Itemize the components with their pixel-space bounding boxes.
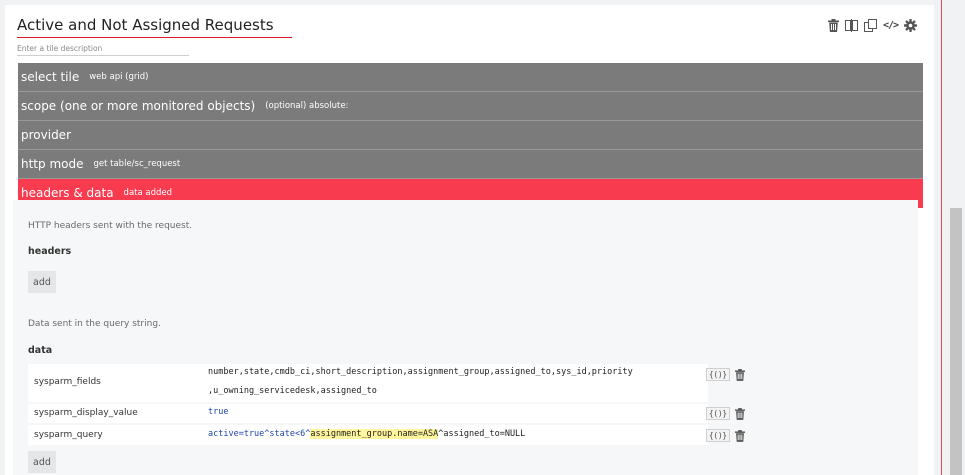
split-icon[interactable] bbox=[845, 18, 858, 32]
copy-icon[interactable] bbox=[864, 18, 877, 32]
delete-row-icon[interactable] bbox=[735, 407, 746, 420]
section-summary: (optional) absolute: bbox=[265, 101, 349, 111]
data-row: sysparm_display_value true bbox=[28, 404, 708, 423]
query-highlight: assignment_group.name=ASA bbox=[310, 429, 439, 439]
row-actions: {()} bbox=[706, 368, 746, 381]
config-sections: select tile web api (grid) scope (one or… bbox=[18, 63, 923, 208]
section-label: select tile bbox=[21, 70, 80, 84]
headers-data-content: HTTP headers sent with the request. head… bbox=[13, 200, 918, 475]
gear-icon[interactable] bbox=[904, 18, 918, 32]
param-value-line[interactable]: ,u_owning_servicedesk,assigned_to bbox=[208, 386, 377, 396]
variable-insert-button[interactable]: {()} bbox=[706, 429, 731, 442]
trash-icon[interactable] bbox=[828, 18, 839, 32]
section-label: scope (one or more monitored objects) bbox=[21, 99, 256, 113]
section-label: provider bbox=[21, 128, 71, 142]
section-label: headers & data bbox=[21, 186, 114, 200]
data-note: Data sent in the query string. bbox=[28, 319, 161, 329]
query-prefix: active=true^state<6^ bbox=[208, 429, 311, 439]
tile-title-input[interactable]: Active and Not Assigned Requests bbox=[17, 16, 292, 38]
section-label: http mode bbox=[21, 157, 84, 171]
section-provider[interactable]: provider bbox=[18, 121, 923, 150]
param-value[interactable]: active=true^state<6^assignment_group.nam… bbox=[208, 429, 525, 439]
param-value-line[interactable]: number,state,cmdb_ci,short_description,a… bbox=[208, 367, 633, 377]
query-suffix: ^assigned_to=NULL bbox=[438, 429, 526, 439]
headers-heading: headers bbox=[28, 246, 72, 257]
add-header-button[interactable]: add bbox=[28, 271, 56, 293]
data-heading: data bbox=[28, 345, 53, 356]
data-row: sysparm_fields number,state,cmdb_ci,shor… bbox=[28, 364, 708, 402]
variable-insert-button[interactable]: {()} bbox=[706, 368, 731, 381]
headers-note: HTTP headers sent with the request. bbox=[28, 221, 193, 231]
row-actions: {()} bbox=[706, 429, 746, 442]
param-key[interactable]: sysparm_fields bbox=[34, 377, 101, 387]
delete-row-icon[interactable] bbox=[735, 429, 746, 442]
section-summary: data added bbox=[123, 188, 173, 198]
param-key[interactable]: sysparm_display_value bbox=[34, 408, 138, 418]
data-row: sysparm_query active=true^state<6^assign… bbox=[28, 425, 708, 445]
tile-toolbar: </> bbox=[828, 17, 918, 33]
section-summary: web api (grid) bbox=[89, 72, 149, 82]
section-summary: get table/sc_request bbox=[93, 159, 181, 169]
section-http-mode[interactable]: http mode get table/sc_request bbox=[18, 150, 923, 179]
param-key[interactable]: sysparm_query bbox=[34, 430, 103, 440]
variable-insert-button[interactable]: {()} bbox=[706, 407, 731, 420]
panel-edge bbox=[941, 0, 942, 475]
scrollbar[interactable] bbox=[950, 208, 962, 475]
section-select-tile[interactable]: select tile web api (grid) bbox=[18, 63, 923, 92]
delete-row-icon[interactable] bbox=[735, 368, 746, 381]
add-data-button[interactable]: add bbox=[28, 451, 56, 473]
section-scope[interactable]: scope (one or more monitored objects) (o… bbox=[18, 92, 923, 121]
row-actions: {()} bbox=[706, 407, 746, 420]
code-icon[interactable]: </> bbox=[883, 20, 899, 31]
param-value[interactable]: true bbox=[208, 407, 228, 417]
tile-description-input[interactable]: Enter a tile description bbox=[17, 44, 189, 56]
